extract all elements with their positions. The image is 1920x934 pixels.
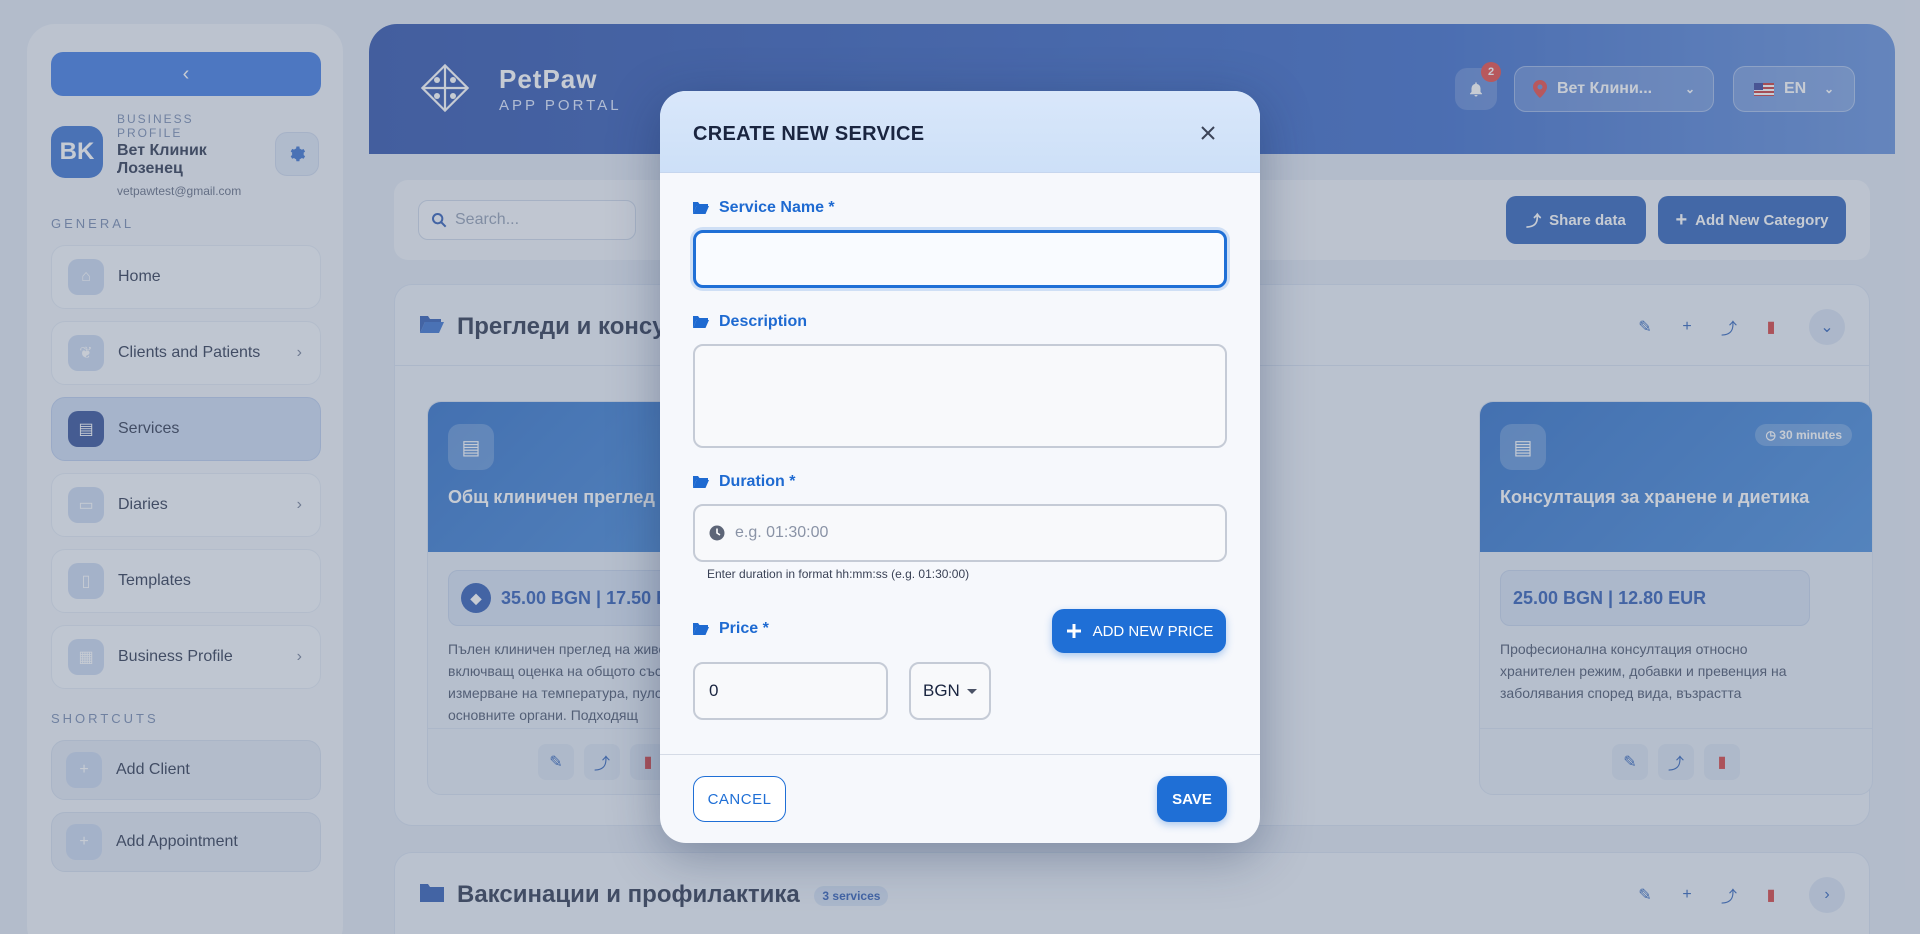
description-label: Description: [693, 313, 807, 331]
add-new-price-label: ADD NEW PRICE: [1092, 622, 1214, 640]
caret-down-icon: [967, 688, 977, 694]
modal-header: CREATE NEW SERVICE: [660, 91, 1260, 173]
modal-footer: CANCEL SAVE: [660, 754, 1260, 843]
add-new-price-button[interactable]: ADD NEW PRICE: [1052, 609, 1226, 653]
price-input[interactable]: 0: [693, 662, 888, 720]
service-name-input[interactable]: [693, 230, 1227, 288]
save-button[interactable]: SAVE: [1157, 776, 1227, 822]
description-label-text: Description: [719, 313, 808, 330]
price-label-text: Price *: [719, 620, 769, 637]
folder-open-icon: [693, 623, 709, 635]
close-icon: [1201, 126, 1215, 140]
service-name-label: Service Name *: [693, 199, 835, 217]
currency-select[interactable]: BGN: [909, 662, 991, 720]
create-service-modal: CREATE NEW SERVICE Service Name * Descri…: [660, 91, 1260, 843]
duration-input[interactable]: e.g. 01:30:00: [693, 504, 1227, 562]
currency-value: BGN: [923, 681, 960, 700]
duration-placeholder: e.g. 01:30:00: [735, 524, 829, 541]
description-input[interactable]: [693, 344, 1227, 448]
price-label: Price *: [693, 620, 769, 638]
modal-title: CREATE NEW SERVICE: [693, 123, 925, 145]
folder-open-icon: [693, 476, 709, 488]
close-button[interactable]: [1198, 123, 1218, 143]
clock-icon: [709, 525, 725, 541]
cancel-button[interactable]: CANCEL: [693, 776, 786, 822]
duration-helper-text: Enter duration in format hh:mm:ss (e.g. …: [707, 567, 970, 581]
service-name-label-text: Service Name *: [719, 199, 835, 216]
folder-open-icon: [693, 316, 709, 328]
folder-open-icon: [693, 202, 709, 214]
duration-label: Duration *: [693, 473, 795, 491]
duration-label-text: Duration *: [719, 473, 796, 490]
plus-icon: [1066, 624, 1081, 638]
price-value: 0: [709, 681, 719, 700]
